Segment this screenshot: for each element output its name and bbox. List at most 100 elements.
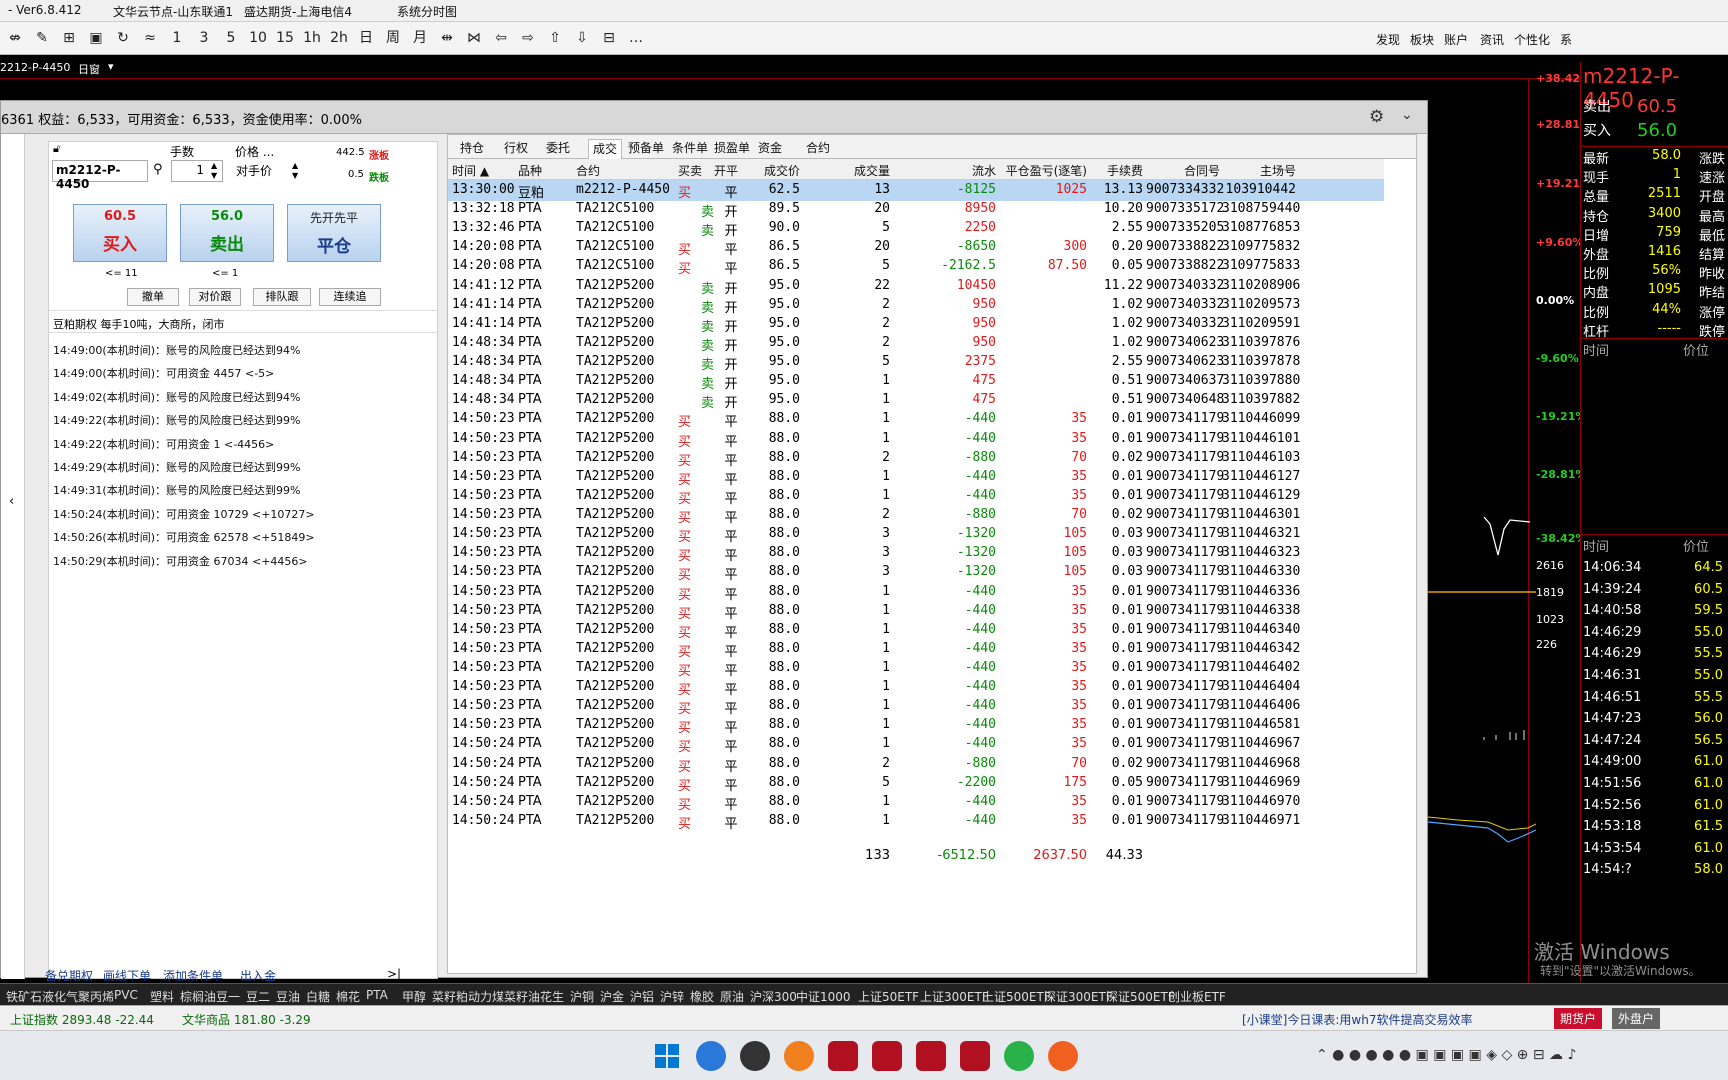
table-row[interactable]: 14:48:34 PTA TA212P5200 卖开 95.0 1 475 0.51 90073… — [448, 390, 1384, 411]
futures-account-button[interactable]: 期货户 — [1554, 1008, 1603, 1029]
collapse-left-icon[interactable]: ‹ — [9, 494, 14, 509]
period-select[interactable]: 日窗 — [78, 61, 100, 77]
order-action-button[interactable]: 撤单 — [127, 288, 179, 306]
table-row[interactable]: 14:50:23 PTA TA212P5200 买平 88.0 1 -440 35 0.01 90… — [448, 582, 1384, 603]
toolbar-tool-8[interactable]: 5 — [220, 28, 242, 49]
toolbar-tool-4[interactable]: ↻ — [112, 28, 134, 49]
tab-2[interactable]: 委托 — [546, 139, 570, 159]
table-row[interactable]: 14:50:24 PTA TA212P5200 买平 88.0 5 -2200 175 0.05… — [448, 773, 1384, 794]
column-header[interactable]: 时间 ▲ — [452, 162, 514, 179]
collapse-icon[interactable]: ⌄ — [1401, 107, 1413, 123]
instrument-tab[interactable]: 豆一 — [216, 988, 240, 1005]
toolbar-tool-20[interactable]: ⇧ — [544, 28, 566, 49]
stepper-arrows-icon[interactable]: ▲ ▼ — [292, 161, 298, 181]
table-row[interactable]: 14:41:14 PTA TA212P5200 卖开 95.0 2 950 1.02 90073… — [448, 314, 1384, 335]
table-row[interactable]: 14:50:23 PTA TA212P5200 买平 88.0 1 -440 35 0.01 90… — [448, 639, 1384, 660]
column-header[interactable]: 手续费 — [1088, 162, 1143, 179]
toolbar-tool-2[interactable]: ⊞ — [58, 28, 80, 49]
server-node[interactable]: 文华云节点-山东联通1 — [113, 3, 233, 20]
instrument-tab[interactable]: 菜籽粕 — [432, 988, 468, 1005]
app-icon[interactable] — [1048, 1041, 1078, 1071]
toolbar-tool-11[interactable]: 1h — [301, 28, 323, 49]
instrument-tab[interactable]: 聚丙烯 — [78, 988, 114, 1005]
toolbar-tool-3[interactable]: ▣ — [85, 28, 107, 49]
column-header[interactable]: 买卖 — [678, 162, 714, 179]
instrument-tab[interactable]: 动力煤 — [468, 988, 504, 1005]
bottom-link[interactable]: 出入金 — [240, 967, 276, 984]
table-row[interactable]: 14:50:23 PTA TA212P5200 买平 88.0 1 -440 35 0.01 90… — [448, 601, 1384, 622]
instrument-tab[interactable]: 沪锌 — [660, 988, 684, 1005]
table-row[interactable]: 14:20:08 PTA TA212C5100 买平 86.5 20 -8650 300 0.2… — [448, 237, 1384, 258]
table-row[interactable]: 14:41:14 PTA TA212P5200 卖开 95.0 2 950 1.02 90073… — [448, 295, 1384, 316]
tab-3[interactable]: 成交 — [588, 139, 623, 159]
search-icon[interactable]: ⚲ — [153, 162, 163, 177]
notice-link[interactable]: [小课堂]今日课表:用wh7软件提高交易效率 — [1242, 1011, 1472, 1028]
column-header[interactable]: 开平 — [714, 162, 748, 179]
column-header[interactable]: 成交价 — [748, 162, 800, 179]
order-action-button[interactable]: 连续追 — [319, 288, 381, 306]
table-row[interactable]: 13:32:46 PTA TA212C5100 卖开 90.0 5 2250 2.55 9007… — [448, 218, 1384, 239]
toolbar-tool-22[interactable]: ⊟ — [598, 28, 620, 49]
bid-row[interactable]: 买入 56.0 — [1581, 120, 1728, 142]
ask-row[interactable]: 卖出 60.5 — [1581, 96, 1728, 118]
column-header[interactable]: 主场号 — [1222, 162, 1296, 179]
contract-input[interactable]: m2212-P-4450 — [52, 160, 148, 191]
instrument-tab[interactable]: 白糖 — [306, 988, 330, 1005]
tab-6[interactable]: 损盈单 — [714, 139, 750, 159]
instrument-tab[interactable]: 棕榈油 — [180, 988, 216, 1005]
bottom-link[interactable]: 画线下单 — [103, 967, 151, 984]
toolbar-tool-18[interactable]: ⇦ — [490, 28, 512, 49]
tab-1[interactable]: 行权 — [504, 139, 528, 159]
lock-icon[interactable]: 🔓︎ — [53, 142, 60, 156]
expand-icon[interactable]: >| — [387, 967, 401, 981]
instrument-tab[interactable]: 上证300ETF — [920, 988, 989, 1005]
column-header[interactable]: 品种 — [518, 162, 578, 179]
table-row[interactable]: 14:50:23 PTA TA212P5200 买平 88.0 3 -1320 105 0.03… — [448, 524, 1384, 545]
tab-5[interactable]: 条件单 — [672, 139, 708, 159]
wenhua-app-icon[interactable] — [828, 1041, 858, 1071]
toolbar-tool-7[interactable]: 3 — [193, 28, 215, 49]
menu-4[interactable]: 个性化 — [1514, 31, 1550, 48]
instrument-tab[interactable]: 塑料 — [150, 988, 174, 1005]
instrument-tab[interactable]: 沪金 — [600, 988, 624, 1005]
menu-1[interactable]: 板块 — [1410, 31, 1434, 48]
chevron-down-icon[interactable]: ▾ — [108, 60, 114, 73]
toolbar-tool-12[interactable]: 2h — [328, 28, 350, 49]
menu-0[interactable]: 发现 — [1376, 31, 1400, 48]
table-row[interactable]: 14:50:23 PTA TA212P5200 买平 88.0 1 -440 35 0.01 90… — [448, 658, 1384, 679]
buy-button[interactable]: 60.5 买入 — [73, 204, 167, 262]
instrument-tab[interactable]: 沪深300 — [750, 988, 797, 1005]
table-row[interactable]: 14:50:24 PTA TA212P5200 买平 88.0 1 -440 35 0.01 90… — [448, 734, 1384, 755]
table-row[interactable]: 14:50:23 PTA TA212P5200 买平 88.0 1 -440 35 0.01 90… — [448, 429, 1384, 450]
instrument-tab[interactable]: 上证500ETF — [982, 988, 1051, 1005]
gear-icon[interactable]: ⚙ — [1369, 107, 1384, 127]
menu-2[interactable]: 账户 — [1444, 31, 1468, 48]
wechat-icon[interactable] — [1004, 1041, 1034, 1071]
instrument-tab[interactable]: 上证50ETF — [858, 988, 919, 1005]
toolbar-tool-14[interactable]: 周 — [382, 28, 404, 49]
table-row[interactable]: 14:50:23 PTA TA212P5200 买平 88.0 3 -1320 105 0.03… — [448, 543, 1384, 564]
table-row[interactable]: 14:50:24 PTA TA212P5200 买平 88.0 1 -440 35 0.01 90… — [448, 792, 1384, 813]
instrument-tab[interactable]: 原油 — [720, 988, 744, 1005]
table-row[interactable]: 14:50:23 PTA TA212P5200 买平 88.0 1 -440 35 0.01 90… — [448, 696, 1384, 717]
table-row[interactable]: 13:30:00 豆粕 m2212-P-4450 买平 62.5 13 -8125 1025 1… — [448, 180, 1384, 201]
order-action-button[interactable]: 对价跟 — [189, 288, 241, 306]
table-row[interactable]: 14:50:23 PTA TA212P5200 买平 88.0 2 -880 70 0.02 90… — [448, 505, 1384, 526]
instrument-tab[interactable]: 液化气 — [42, 988, 78, 1005]
instrument-tab[interactable]: 棉花 — [336, 988, 360, 1005]
table-row[interactable]: 14:41:12 PTA TA212P5200 卖开 95.0 22 10450 11.22 9… — [448, 276, 1384, 297]
toolbar-tool-0[interactable]: ⇎ — [4, 28, 26, 49]
table-row[interactable]: 14:48:34 PTA TA212P5200 卖开 95.0 5 2375 2.55 9007… — [448, 352, 1384, 373]
menu-3[interactable]: 资讯 — [1480, 31, 1504, 48]
instrument-tab[interactable]: 菜籽油 — [504, 988, 540, 1005]
column-header[interactable]: 平仓盈亏(逐笔) — [998, 162, 1087, 179]
toolbar-tool-6[interactable]: 1 — [166, 28, 188, 49]
table-row[interactable]: 14:48:34 PTA TA212P5200 卖开 95.0 1 475 0.51 90073… — [448, 371, 1384, 392]
table-row[interactable]: 14:20:08 PTA TA212C5100 买平 86.5 5 -2162.5 87.50… — [448, 256, 1384, 277]
stepper-arrows-icon[interactable]: ▲ ▼ — [211, 161, 217, 181]
toolbar-tool-9[interactable]: 10 — [247, 28, 269, 49]
table-row[interactable]: 14:50:23 PTA TA212P5200 买平 88.0 1 -440 35 0.01 90… — [448, 486, 1384, 507]
app-icon[interactable] — [740, 1041, 770, 1071]
table-row[interactable]: 14:50:23 PTA TA212P5200 买平 88.0 1 -440 35 0.01 90… — [448, 715, 1384, 736]
menu-5[interactable]: 系 — [1560, 31, 1572, 48]
